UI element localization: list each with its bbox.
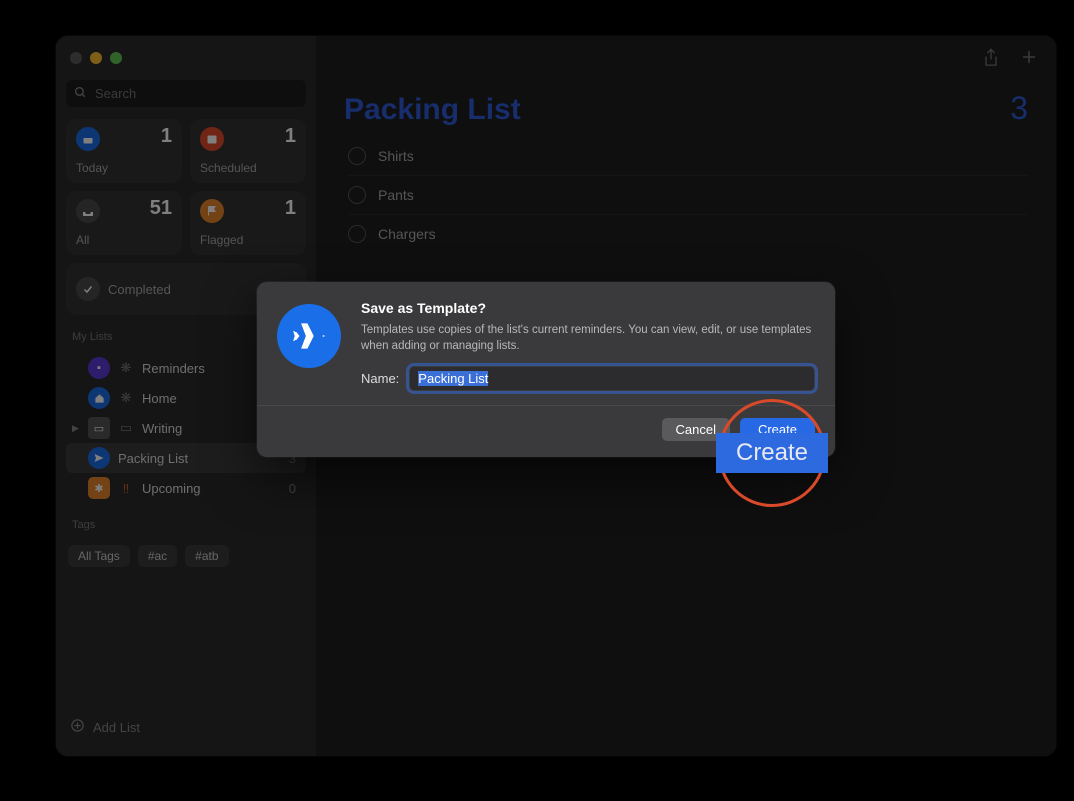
search-input[interactable] <box>93 85 298 102</box>
complete-radio[interactable] <box>348 186 366 204</box>
smart-list-all[interactable]: 51 All <box>66 191 182 255</box>
tray-icon <box>76 199 100 223</box>
smart-count: 51 <box>150 197 172 220</box>
reminder-row[interactable]: Chargers <box>348 215 1028 253</box>
search-icon <box>74 86 87 102</box>
badge-icon: ❋ <box>118 390 134 406</box>
smart-label: All <box>76 233 89 247</box>
asterisk-icon: ✱ <box>88 477 110 499</box>
complete-radio[interactable] <box>348 147 366 165</box>
airplane-icon <box>88 447 110 469</box>
badge-icon: ❋ <box>118 360 134 376</box>
smart-list-flagged[interactable]: 1 Flagged <box>190 191 306 255</box>
smart-list-scheduled[interactable]: 1 Scheduled <box>190 119 306 183</box>
add-list-button[interactable]: Add List <box>66 710 306 744</box>
calendar-icon <box>200 127 224 151</box>
save-template-dialog: Save as Template? Templates use copies o… <box>257 282 835 457</box>
dialog-description: Templates use copies of the list's curre… <box>361 322 815 354</box>
flag-icon <box>200 199 224 223</box>
template-name-input[interactable] <box>409 366 815 391</box>
list-count: 0 <box>289 481 300 496</box>
plus-circle-icon <box>70 718 85 736</box>
tag-chip[interactable]: #ac <box>138 545 177 567</box>
smart-label: Scheduled <box>200 161 257 175</box>
zoom-window-dot[interactable] <box>110 52 122 64</box>
share-icon[interactable] <box>982 48 1000 71</box>
list-title: Packing List <box>344 93 521 127</box>
smart-label: Completed <box>108 282 171 297</box>
list-name: Packing List <box>118 451 281 466</box>
add-list-label: Add List <box>93 720 140 735</box>
tags-header: Tags <box>66 511 306 533</box>
add-reminder-icon[interactable] <box>1020 48 1038 71</box>
calendar-icon <box>76 127 100 151</box>
list-name: Upcoming <box>142 481 281 496</box>
reminder-title: Pants <box>378 187 414 203</box>
checkmark-icon <box>76 277 100 301</box>
tag-chip[interactable]: All Tags <box>68 545 130 567</box>
chevron-right-icon[interactable]: ▶ <box>72 423 80 434</box>
close-window-dot[interactable] <box>70 52 82 64</box>
window-controls <box>66 48 306 72</box>
display-icon: ▭ <box>118 420 134 436</box>
search-field[interactable] <box>66 80 306 107</box>
tag-chip[interactable]: #atb <box>185 545 228 567</box>
smart-count: 1 <box>285 197 296 220</box>
bookmark-icon: ▪ <box>88 357 110 379</box>
reminder-title: Shirts <box>378 148 414 164</box>
house-icon <box>88 387 110 409</box>
name-label: Name: <box>361 371 399 386</box>
folder-icon: ▭ <box>88 417 110 439</box>
dialog-title: Save as Template? <box>361 300 815 316</box>
smart-label: Flagged <box>200 233 243 247</box>
complete-radio[interactable] <box>348 225 366 243</box>
smart-count: 1 <box>285 125 296 148</box>
list-item-upcoming[interactable]: ✱ ‼ Upcoming 0 <box>66 473 306 503</box>
reminder-row[interactable]: Pants <box>348 176 1028 215</box>
cancel-button[interactable]: Cancel <box>662 418 730 441</box>
list-total-count: 3 <box>1010 90 1028 127</box>
smart-count: 1 <box>161 125 172 148</box>
airplane-icon <box>277 304 341 368</box>
smart-label: Today <box>76 161 108 175</box>
reminder-row[interactable]: Shirts <box>348 137 1028 176</box>
priority-icon: ‼ <box>118 480 134 496</box>
reminder-title: Chargers <box>378 226 436 242</box>
minimize-window-dot[interactable] <box>90 52 102 64</box>
create-button[interactable]: Create <box>740 418 815 441</box>
smart-list-today[interactable]: 1 Today <box>66 119 182 183</box>
